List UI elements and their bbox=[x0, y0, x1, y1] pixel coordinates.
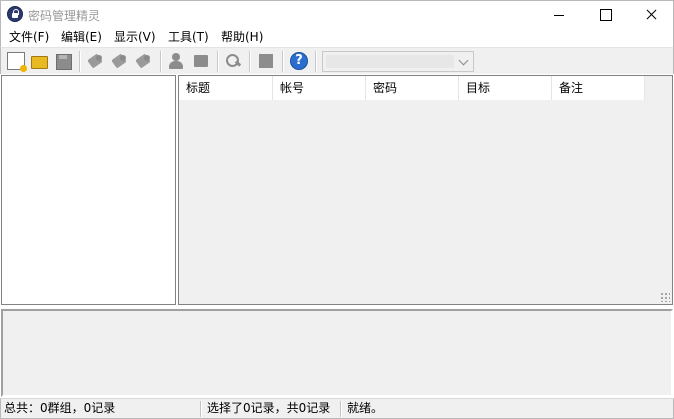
menu-tools[interactable]: 工具(T) bbox=[166, 29, 211, 46]
resize-grip-icon[interactable] bbox=[660, 292, 670, 302]
status-state: 就绪。 bbox=[347, 401, 384, 415]
status-bar: 总共：0群组，0记录 选择了0记录，共0记录 就绪。 bbox=[0, 398, 674, 419]
combo-value[interactable] bbox=[326, 55, 454, 68]
save-icon[interactable] bbox=[54, 52, 72, 70]
user-group-icon[interactable] bbox=[167, 52, 185, 70]
menu-file[interactable]: 文件(F) bbox=[7, 29, 51, 46]
minimize-button[interactable] bbox=[536, 1, 582, 29]
toolbar-separator bbox=[315, 51, 317, 72]
record-list-panel[interactable]: 标题 帐号 密码 目标 备注 bbox=[178, 75, 673, 305]
menu-help[interactable]: 帮助(H) bbox=[219, 29, 265, 46]
column-header-target[interactable]: 目标 bbox=[459, 76, 552, 100]
lock-app-icon bbox=[7, 6, 23, 22]
toolbar-separator bbox=[160, 51, 162, 72]
toolbar: ? bbox=[0, 47, 674, 74]
group-folder-icon[interactable] bbox=[192, 52, 210, 70]
menu-edit[interactable]: 编辑(E) bbox=[59, 29, 104, 46]
edit-record-icon[interactable] bbox=[111, 52, 129, 70]
lock-square-icon[interactable] bbox=[257, 52, 275, 70]
list-header: 标题 帐号 密码 目标 备注 bbox=[179, 76, 645, 100]
status-selection: 选择了0记录，共0记录 bbox=[207, 401, 331, 415]
add-record-icon[interactable] bbox=[87, 52, 105, 70]
column-header-title[interactable]: 标题 bbox=[179, 76, 273, 100]
toolbar-separator bbox=[282, 51, 284, 72]
status-divider bbox=[340, 401, 342, 417]
new-file-icon[interactable] bbox=[7, 52, 27, 72]
detail-panel[interactable] bbox=[1, 309, 673, 397]
column-header-notes[interactable]: 备注 bbox=[552, 76, 645, 100]
column-header-account[interactable]: 帐号 bbox=[273, 76, 366, 100]
toolbar-separator bbox=[79, 51, 81, 72]
status-summary: 总共：0群组，0记录 bbox=[4, 401, 116, 415]
status-divider bbox=[200, 401, 202, 417]
title-bar[interactable]: 密码管理精灵 bbox=[0, 0, 674, 28]
window-title: 密码管理精灵 bbox=[28, 9, 101, 23]
search-icon[interactable] bbox=[224, 52, 242, 70]
delete-record-icon[interactable] bbox=[135, 52, 153, 70]
menu-bar: 文件(F) 编辑(E) 显示(V) 工具(T) 帮助(H) bbox=[0, 28, 674, 47]
chevron-down-icon[interactable] bbox=[458, 55, 469, 66]
search-combo[interactable] bbox=[322, 51, 474, 72]
menu-view[interactable]: 显示(V) bbox=[112, 29, 158, 46]
close-button[interactable] bbox=[628, 1, 674, 29]
group-tree-panel[interactable] bbox=[1, 75, 176, 305]
help-icon[interactable]: ? bbox=[290, 52, 308, 70]
toolbar-separator bbox=[217, 51, 219, 72]
open-folder-icon[interactable] bbox=[30, 52, 48, 70]
maximize-button[interactable] bbox=[582, 1, 628, 29]
toolbar-separator bbox=[249, 51, 251, 72]
column-header-password[interactable]: 密码 bbox=[366, 76, 459, 100]
